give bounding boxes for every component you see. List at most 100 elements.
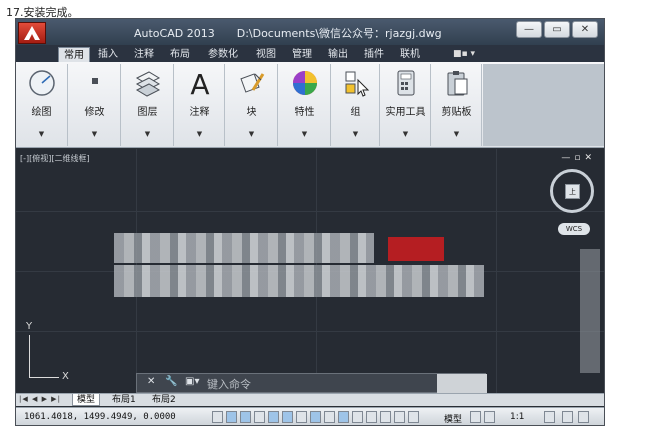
close-button[interactable]: ✕ xyxy=(572,21,598,38)
ribbon-minimize-toggle[interactable]: ■▪ ▾ xyxy=(453,49,475,59)
draw-circle-icon xyxy=(28,70,55,96)
ribbon-group-group[interactable]: 组 ▼ xyxy=(332,64,380,146)
chevron-down-icon[interactable]: ▼ xyxy=(122,130,173,138)
svg-text:A: A xyxy=(190,68,209,98)
tab-plugins[interactable]: 插件 xyxy=(358,47,390,62)
ortho-mode-toggle[interactable] xyxy=(254,411,265,423)
ribbon-group-utilities[interactable]: 实用工具 ▼ xyxy=(381,64,431,146)
layout-tab-navigation[interactable]: |◀ ◀ ▶ ▶| xyxy=(19,395,61,403)
dynamic-input-toggle[interactable] xyxy=(338,411,349,423)
window-controls: — ▭ ✕ xyxy=(516,21,598,38)
pixelated-watermark-red xyxy=(388,237,444,261)
tab-home[interactable]: 常用 xyxy=(58,47,90,62)
quick-view-layouts-button[interactable] xyxy=(470,411,481,423)
group-label: 修改 xyxy=(84,107,105,118)
workspace-switch-button[interactable] xyxy=(562,411,573,423)
chevron-down-icon[interactable]: ▼ xyxy=(16,130,67,138)
ribbon-empty-area xyxy=(483,64,604,146)
chevron-down-icon[interactable]: ▼ xyxy=(432,130,481,138)
tab-model[interactable]: 模型 xyxy=(72,394,101,406)
chevron-down-icon[interactable]: ▼ xyxy=(175,130,224,138)
lineweight-toggle[interactable] xyxy=(352,411,363,423)
pixelated-watermark xyxy=(114,233,374,263)
grid-line xyxy=(16,331,604,332)
calculator-icon xyxy=(397,70,414,96)
group-label: 图层 xyxy=(137,107,158,118)
minimize-button[interactable]: — xyxy=(516,21,542,38)
wrench-icon[interactable]: 🔧 xyxy=(165,376,177,387)
status-bar: 1061.4018, 1499.4949, 0.0000 模型 1:1 xyxy=(16,407,604,425)
ribbon-group-modify[interactable]: 修改 ▼ xyxy=(69,64,121,146)
annotation-visibility-toggle[interactable] xyxy=(544,411,555,423)
cursor-coordinates: 1061.4018, 1499.4949, 0.0000 xyxy=(24,412,176,422)
drawing-canvas[interactable]: [-][俯视][二维线框] —▫✕ 上 WCS Y X xyxy=(16,149,604,393)
viewcube-top-face[interactable]: 上 xyxy=(565,184,580,199)
viewport-window-controls[interactable]: —▫✕ xyxy=(561,153,596,163)
annotation-scale[interactable]: 1:1 xyxy=(510,412,524,422)
tab-online[interactable]: 联机 xyxy=(394,47,426,62)
quick-view-drawings-button[interactable] xyxy=(484,411,495,423)
ribbon-panel: 绘图 ▼ 修改 ▼ 图层 ▼ A 注释 ▼ 块 ▼ 特性 ▼ 组 ▼ 实用工具 … xyxy=(16,62,604,148)
ribbon-group-draw[interactable]: 绘图 ▼ xyxy=(16,64,68,146)
command-line[interactable]: ✕ 🔧 ▣▾ 键入命令 xyxy=(136,373,487,394)
group-icon xyxy=(345,71,369,97)
ucs-x-label: X xyxy=(62,371,69,382)
grid-display-toggle[interactable] xyxy=(240,411,251,423)
dynamic-ucs-toggle[interactable] xyxy=(324,411,335,423)
ribbon-group-annotation[interactable]: A 注释 ▼ xyxy=(175,64,225,146)
chevron-down-icon[interactable]: ▼ xyxy=(332,130,379,138)
grid-line xyxy=(16,211,604,212)
app-title: AutoCAD 2013 xyxy=(134,27,215,40)
title-bar: AutoCAD 2013 D:\Documents\微信公众号：rjazgj.dw… xyxy=(16,19,604,45)
snap-mode-toggle[interactable] xyxy=(226,411,237,423)
group-label: 剪贴板 xyxy=(441,107,472,118)
clipboard-icon xyxy=(447,71,467,96)
tab-annotate[interactable]: 注释 xyxy=(128,47,160,62)
ucs-y-axis xyxy=(29,335,30,377)
tab-manage[interactable]: 管理 xyxy=(286,47,318,62)
chevron-down-icon[interactable]: ▼ xyxy=(69,130,120,138)
wcs-menu[interactable]: WCS xyxy=(558,223,590,235)
group-label: 特性 xyxy=(294,107,315,118)
object-snap-tracking-toggle[interactable] xyxy=(310,411,321,423)
group-label: 绘图 xyxy=(31,107,52,118)
ucs-x-axis xyxy=(29,377,59,378)
chevron-down-icon[interactable]: ▼ xyxy=(381,130,430,138)
tab-layout2[interactable]: 布局2 xyxy=(148,394,180,406)
tab-parametric[interactable]: 参数化 xyxy=(202,47,244,62)
block-icon xyxy=(239,73,264,93)
tab-insert[interactable]: 插入 xyxy=(92,47,124,62)
ribbon-group-properties[interactable]: 特性 ▼ xyxy=(279,64,331,146)
viewcube-compass[interactable]: 上 xyxy=(550,169,594,213)
navigation-bar[interactable] xyxy=(580,249,600,373)
tab-layout1[interactable]: 布局1 xyxy=(108,394,140,406)
ribbon-group-clipboard[interactable]: 剪贴板 ▼ xyxy=(432,64,482,146)
tab-view[interactable]: 视图 xyxy=(250,47,282,62)
chevron-down-icon[interactable]: ▼ xyxy=(226,130,277,138)
quick-properties-toggle[interactable] xyxy=(380,411,391,423)
close-icon[interactable]: ✕ xyxy=(147,376,155,387)
3d-object-snap-toggle[interactable] xyxy=(296,411,307,423)
model-space-button[interactable]: 模型 xyxy=(444,412,462,425)
transparency-toggle[interactable] xyxy=(366,411,377,423)
ribbon-group-block[interactable]: 块 ▼ xyxy=(226,64,278,146)
tab-output[interactable]: 输出 xyxy=(322,47,354,62)
chevron-down-icon[interactable]: ▼ xyxy=(279,130,330,138)
toolbar-lock-button[interactable] xyxy=(578,411,589,423)
annotation-text-icon: A xyxy=(190,68,209,98)
application-menu-button[interactable] xyxy=(18,22,46,44)
viewport-controls-label[interactable]: [-][俯视][二维线框] xyxy=(20,153,90,164)
infer-constraints-toggle[interactable] xyxy=(212,411,223,423)
layout-tabs: |◀ ◀ ▶ ▶| 模型 布局1 布局2 xyxy=(16,393,604,406)
annotation-monitor-toggle[interactable] xyxy=(408,411,419,423)
group-label: 实用工具 xyxy=(385,107,426,118)
ribbon-group-layers[interactable]: 图层 ▼ xyxy=(122,64,174,146)
command-input[interactable]: 键入命令 xyxy=(207,376,251,392)
object-snap-toggle[interactable] xyxy=(282,411,293,423)
tab-layout[interactable]: 布局 xyxy=(164,47,196,62)
selection-cycling-toggle[interactable] xyxy=(394,411,405,423)
polar-tracking-toggle[interactable] xyxy=(268,411,279,423)
window-title: AutoCAD 2013 D:\Documents\微信公众号：rjazgj.dw… xyxy=(134,25,442,41)
command-history-icon[interactable]: ▣▾ xyxy=(185,376,199,387)
maximize-button[interactable]: ▭ xyxy=(544,21,570,38)
